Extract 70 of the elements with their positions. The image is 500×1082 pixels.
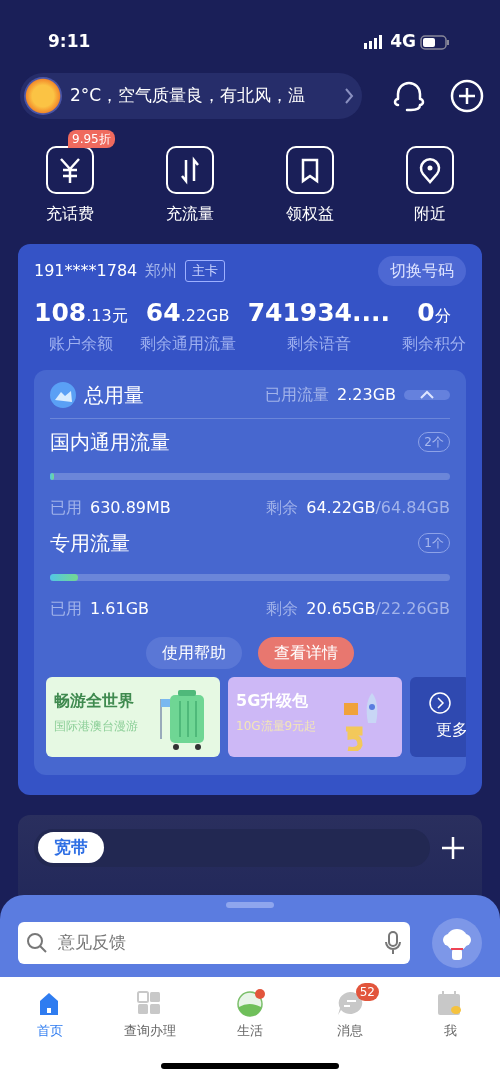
card-tag: 主卡 <box>185 260 226 282</box>
used-label: 已用 <box>50 496 82 519</box>
travel-promo-card[interactable]: 畅游全世界 国际港澳台漫游 <box>46 676 220 757</box>
used-amount: 1.61GB <box>90 597 149 620</box>
usage-section-title: 专用流量 <box>50 529 130 557</box>
promo-title: 畅游全世界 <box>54 689 135 712</box>
search-bar[interactable]: 意见反馈 <box>18 922 410 964</box>
status-time: 9:11 <box>48 30 91 54</box>
weather-bar[interactable]: 2°C，空气质量良，有北风，温 <box>20 73 362 119</box>
tab-item[interactable]: 生活 <box>215 983 285 1041</box>
unread-badge: 52 <box>355 983 379 1001</box>
stat-value: 64.22GB <box>145 297 230 329</box>
used-amount: 630.89MB <box>90 496 171 519</box>
chevron-right-icon <box>344 87 354 105</box>
microphone-icon[interactable] <box>384 931 402 955</box>
discount-badge: 9.95折 <box>68 130 115 148</box>
remaining-amount: 64.22GB <box>306 496 376 519</box>
add-icon[interactable] <box>450 79 484 113</box>
action-label[interactable]: 充流量 <box>166 202 214 226</box>
total-amount: /64.84GB <box>375 496 450 519</box>
chevron-circle-icon <box>429 691 451 714</box>
stat-value: 108.13元 <box>34 297 128 329</box>
mascot-avatar-icon[interactable] <box>432 918 482 968</box>
search-icon <box>26 932 48 954</box>
city-label: 郑州 <box>145 260 178 282</box>
switch-number-button[interactable]: 切换号码 <box>378 256 466 286</box>
stat-label: 剩余通用流量 <box>139 332 236 355</box>
tab-item[interactable]: 52 消息 <box>315 983 385 1041</box>
headset-icon[interactable] <box>392 79 426 113</box>
stat-label: 剩余积分 <box>402 332 466 355</box>
mountain-icon <box>50 381 76 408</box>
tab-item[interactable]: 首页 <box>15 983 85 1041</box>
drag-handle[interactable] <box>226 902 274 908</box>
search-input[interactable]: 意见反馈 <box>56 929 376 957</box>
sun-icon <box>24 77 62 115</box>
stat-label: 剩余语音 <box>286 332 351 355</box>
action-label[interactable]: 领权益 <box>286 202 334 226</box>
usage-section-title: 国内通用流量 <box>50 428 170 456</box>
used-label: 已用流量 <box>265 383 329 406</box>
help-button[interactable]: 使用帮助 <box>146 636 242 669</box>
total-amount: /22.26GB <box>375 597 450 620</box>
weather-text: 2°C，空气质量良，有北风，温 <box>70 84 307 108</box>
remaining-label: 剩余 <box>266 597 299 620</box>
stat-label: 账户余额 <box>48 332 113 355</box>
used-value: 2.23GB <box>337 383 396 406</box>
remaining-label: 剩余 <box>266 496 299 519</box>
network-label: 4G <box>390 30 416 54</box>
action-label[interactable]: 充话费 <box>46 202 94 226</box>
promo-subtitle: 国际港澳台漫游 <box>54 717 139 735</box>
promo-subtitle: 10G流量9元起 <box>236 717 318 735</box>
calendar-icon <box>437 991 463 1017</box>
grid-icon <box>137 991 163 1017</box>
tab-item[interactable]: 我 <box>415 983 485 1041</box>
more-card[interactable]: 更多 <box>410 676 466 757</box>
chevron-up-icon <box>420 389 434 400</box>
remaining-amount: 20.65GB <box>306 597 376 620</box>
promo-title: 5G升级包 <box>236 689 310 712</box>
add-icon[interactable] <box>440 834 466 861</box>
stat-value: 0分 <box>417 297 451 329</box>
broadband-tab[interactable]: 宽带 <box>38 831 104 864</box>
tab-item[interactable]: 查询办理 <box>115 983 185 1041</box>
action-label[interactable]: 附近 <box>414 202 446 226</box>
phone-number: 191****1784 <box>34 260 138 282</box>
collapse-toggle[interactable] <box>404 389 450 400</box>
used-label: 已用 <box>50 597 82 620</box>
battery-icon <box>420 34 450 50</box>
stat-value: 741934.... <box>247 297 390 329</box>
usage-title: 总用量 <box>84 381 144 409</box>
more-label: 更多 <box>436 718 466 741</box>
landscape-badge-icon <box>237 991 263 1017</box>
